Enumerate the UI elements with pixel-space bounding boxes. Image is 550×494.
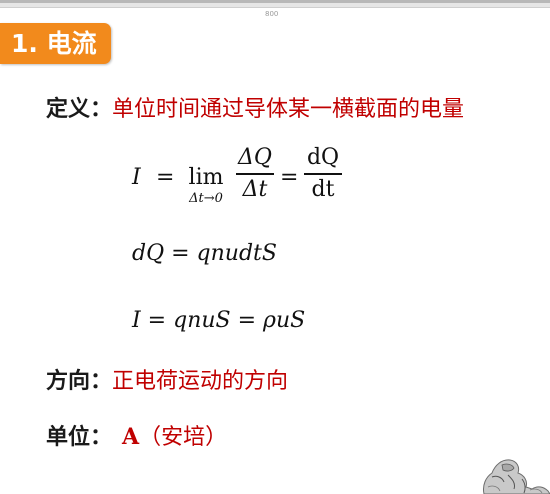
charge-element-equation: dQ = qnudtS (132, 241, 277, 266)
unit-row: 单位： A（安培） (46, 423, 227, 452)
fraction-derivative: dQ dt (304, 144, 342, 204)
fraction-delta-denominator: Δt (242, 177, 268, 202)
definition-text: 单位时间通过导体某一横截面的电量 (112, 97, 465, 122)
definition-label: 定义： (46, 97, 113, 122)
fraction-delta-bar (236, 173, 274, 175)
section-title: 1. 电流 (11, 29, 97, 58)
direction-label: 方向： (46, 369, 113, 394)
definition-row: 定义：单位时间通过导体某一横截面的电量 (46, 96, 464, 124)
section-title-badge: 1. 电流 (0, 23, 111, 64)
direction-text: 正电荷运动的方向 (112, 369, 289, 394)
limit-word: lim (188, 165, 224, 190)
fraction-delta-numerator: ΔQ (238, 145, 272, 170)
fraction-delta: ΔQ Δt (236, 144, 274, 204)
limit-operator: lim Δt→0 (180, 164, 232, 206)
window-top-strip (0, 0, 550, 3)
eq-equals-2: = (280, 165, 299, 190)
zoom-label: 800 (265, 10, 279, 18)
unit-label: 单位： (46, 425, 113, 450)
eq-equals-1: = (156, 165, 175, 190)
eq-lhs-I: I (132, 165, 141, 190)
fraction-derivative-denominator: dt (311, 177, 335, 202)
fraction-derivative-bar (304, 173, 342, 175)
thinker-statue-icon (483, 459, 550, 494)
current-micro-equation: I = qnuS = ρuS (132, 308, 306, 333)
direction-row: 方向：正电荷运动的方向 (46, 368, 288, 396)
unit-symbol: A (122, 424, 140, 450)
fraction-derivative-numerator: dQ (306, 145, 340, 170)
unit-name: （安培） (139, 425, 228, 450)
window-top-bar (0, 0, 550, 8)
limit-subscript: Δt→0 (189, 191, 223, 206)
